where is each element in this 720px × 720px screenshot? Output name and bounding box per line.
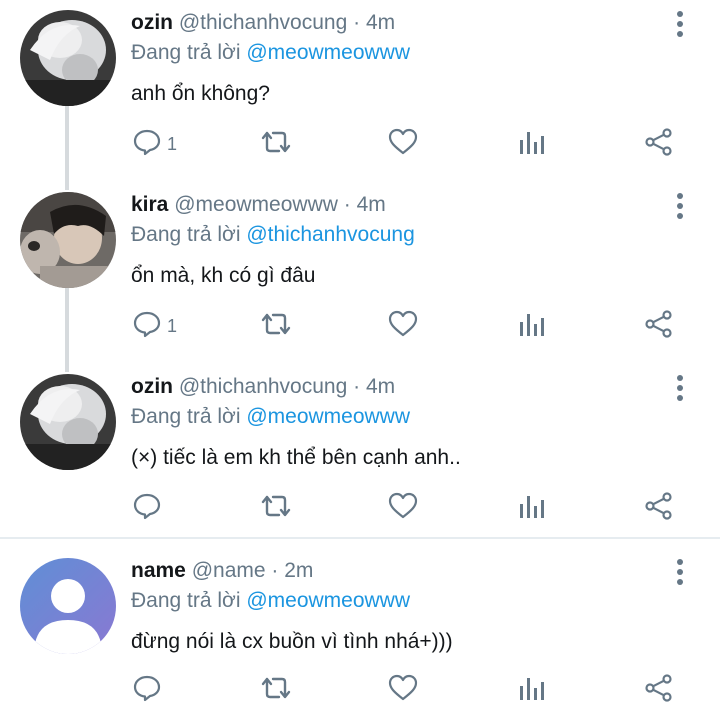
share-icon — [645, 673, 673, 707]
separator: · — [271, 559, 279, 582]
reply-icon — [133, 674, 161, 707]
default-avatar[interactable] — [20, 558, 116, 654]
display-name[interactable]: ozin — [131, 375, 173, 398]
tweet-text: (×) tiếc là em kh thể bên cạnh anh.. — [131, 446, 461, 469]
reply-button[interactable] — [133, 670, 161, 710]
share-icon — [645, 127, 673, 161]
display-name[interactable]: kira — [131, 193, 168, 216]
tweet-header: ozin @thichanhvocung · 4m — [131, 10, 395, 36]
tweet[interactable]: ozin @thichanhvocung · 4m Đang trả lời @… — [0, 0, 720, 182]
avatar[interactable] — [20, 374, 116, 470]
separator: · — [353, 375, 361, 398]
tweet[interactable]: name @name · 2m Đang trả lời @meowmeowww… — [0, 548, 720, 720]
tweet[interactable]: ozin @thichanhvocung · 4m Đang trả lời @… — [0, 364, 720, 536]
timestamp[interactable]: 4m — [357, 193, 386, 216]
analytics-icon — [519, 674, 545, 707]
handle[interactable]: @meowmeowww — [174, 193, 338, 216]
mention-link[interactable]: @meowmeowww — [246, 589, 410, 612]
retweet-button[interactable] — [259, 124, 293, 164]
handle[interactable]: @thichanhvocung — [179, 375, 347, 398]
retweet-button[interactable] — [259, 488, 293, 528]
avatar[interactable] — [20, 10, 116, 106]
mention-link[interactable]: @meowmeowww — [246, 41, 410, 64]
mention-link[interactable]: @thichanhvocung — [246, 223, 414, 246]
replying-to: Đang trả lời @meowmeowww — [131, 404, 410, 430]
heart-icon — [388, 128, 418, 161]
heart-icon — [388, 674, 418, 707]
share-button[interactable] — [645, 670, 673, 710]
analytics-button[interactable] — [519, 124, 545, 164]
reply-icon — [133, 492, 161, 525]
more-vertical-icon[interactable] — [668, 186, 692, 226]
retweet-button[interactable] — [259, 306, 293, 346]
reply-icon — [133, 310, 161, 343]
tweet-header: name @name · 2m — [131, 558, 313, 584]
replying-to: Đang trả lời @meowmeowww — [131, 588, 410, 614]
mention-link[interactable]: @meowmeowww — [246, 405, 410, 428]
avatar[interactable] — [20, 192, 116, 288]
heart-icon — [388, 492, 418, 525]
retweet-icon — [259, 674, 293, 707]
more-vertical-icon[interactable] — [668, 552, 692, 592]
action-bar — [0, 488, 720, 528]
timestamp[interactable]: 2m — [284, 559, 313, 582]
analytics-button[interactable] — [519, 488, 545, 528]
share-button[interactable] — [645, 124, 673, 164]
share-icon — [645, 491, 673, 525]
reply-count: 1 — [167, 315, 178, 336]
replying-prefix: Đang trả lời — [131, 405, 241, 428]
display-name[interactable]: ozin — [131, 11, 173, 34]
action-bar: 1 — [0, 306, 720, 346]
replying-prefix: Đang trả lời — [131, 41, 241, 64]
timestamp[interactable]: 4m — [366, 375, 395, 398]
reply-icon — [133, 128, 161, 161]
tweet-text: anh ổn không? — [131, 82, 270, 105]
separator: · — [353, 11, 361, 34]
action-bar: 1 — [0, 124, 720, 164]
analytics-icon — [519, 310, 545, 343]
analytics-button[interactable] — [519, 306, 545, 346]
handle[interactable]: @name — [192, 559, 266, 582]
reply-button[interactable]: 1 — [133, 124, 177, 164]
like-button[interactable] — [388, 306, 418, 346]
tweet-text: ổn mà, kh có gì đâu — [131, 264, 316, 287]
retweet-icon — [259, 128, 293, 161]
like-button[interactable] — [388, 670, 418, 710]
share-button[interactable] — [645, 488, 673, 528]
tweet[interactable]: kira @meowmeowww · 4m Đang trả lời @thic… — [0, 182, 720, 364]
more-vertical-icon[interactable] — [668, 4, 692, 44]
tweet-header: ozin @thichanhvocung · 4m — [131, 374, 395, 400]
like-button[interactable] — [388, 124, 418, 164]
handle[interactable]: @thichanhvocung — [179, 11, 347, 34]
retweet-button[interactable] — [259, 670, 293, 710]
divider — [0, 537, 720, 539]
tweet-text: đừng nói là cx buồn vì tình nhá+))) — [131, 630, 453, 653]
timestamp[interactable]: 4m — [366, 11, 395, 34]
retweet-icon — [259, 310, 293, 343]
heart-icon — [388, 310, 418, 343]
replying-prefix: Đang trả lời — [131, 223, 241, 246]
separator: · — [343, 193, 351, 216]
more-vertical-icon[interactable] — [668, 368, 692, 408]
like-button[interactable] — [388, 488, 418, 528]
action-bar — [0, 670, 720, 710]
display-name[interactable]: name — [131, 559, 186, 582]
reply-button[interactable]: 1 — [133, 306, 177, 346]
analytics-button[interactable] — [519, 670, 545, 710]
replying-to: Đang trả lời @meowmeowww — [131, 40, 410, 66]
retweet-icon — [259, 492, 293, 525]
reply-button[interactable] — [133, 488, 161, 528]
share-icon — [645, 309, 673, 343]
reply-count: 1 — [167, 133, 178, 154]
tweet-header: kira @meowmeowww · 4m — [131, 192, 386, 218]
share-button[interactable] — [645, 306, 673, 346]
replying-to: Đang trả lời @thichanhvocung — [131, 222, 415, 248]
analytics-icon — [519, 492, 545, 525]
analytics-icon — [519, 128, 545, 161]
replying-prefix: Đang trả lời — [131, 589, 241, 612]
